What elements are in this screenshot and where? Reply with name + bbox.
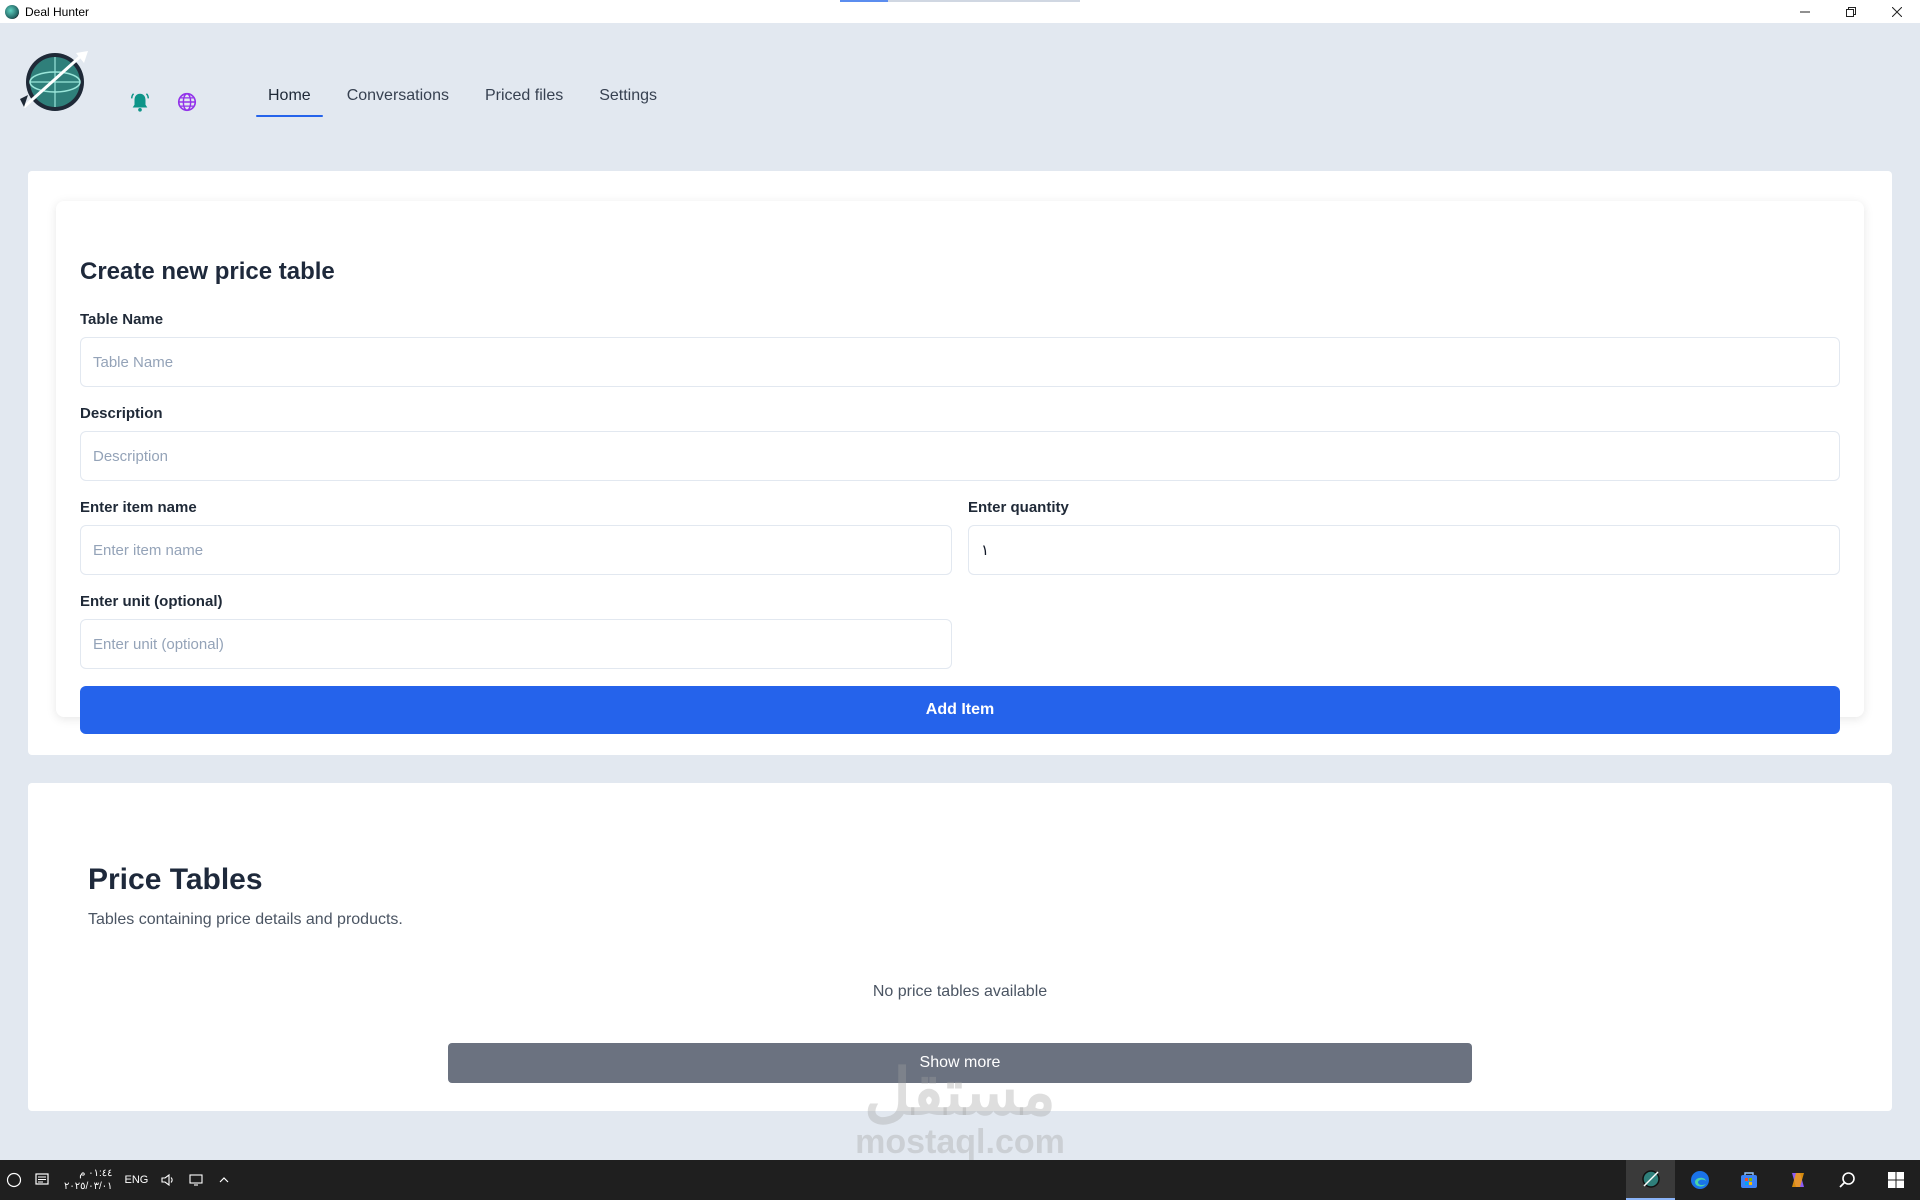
taskbar-app-store[interactable] [1724, 1160, 1773, 1200]
bell-icon [131, 93, 149, 112]
quantity-input[interactable] [968, 525, 1840, 575]
empty-state-message: No price tables available [872, 983, 1048, 1000]
show-more-button[interactable]: Show more [448, 1043, 1472, 1083]
taskbar-clock[interactable]: ٠١:٤٤ م ٢٠٢٥/٠٣/٠١ [64, 1167, 113, 1193]
item-name-input[interactable] [80, 525, 952, 575]
price-tables-title: Price Tables [88, 863, 263, 896]
add-item-button[interactable]: Add Item [80, 686, 1840, 734]
watermark-domain: mostaql.com [855, 1123, 1065, 1161]
globe-icon [177, 92, 197, 112]
chevron-up-icon [219, 1177, 229, 1183]
description-label: Description [80, 405, 163, 422]
clock-time: ٠١:٤٤ م [79, 1168, 113, 1179]
table-name-label: Table Name [80, 311, 164, 328]
restore-button[interactable] [1828, 0, 1874, 23]
notification-center-button[interactable] [28, 1160, 56, 1200]
network-icon [189, 1174, 203, 1186]
volume-button[interactable] [154, 1160, 182, 1200]
start-button[interactable] [1871, 1160, 1920, 1200]
close-icon [1892, 6, 1902, 17]
deal-hunter-logo[interactable] [16, 47, 94, 113]
item-name-label: Enter item name [80, 499, 197, 516]
unit-label: Enter unit (optional) [80, 593, 223, 610]
window-titlebar: Deal Hunter [0, 0, 1920, 23]
help-circle-icon [6, 1172, 22, 1188]
main-nav: Home Conversations Priced files Settings [256, 69, 681, 123]
show-hidden-icons-button[interactable] [210, 1160, 238, 1200]
app-header: Home Conversations Priced files Settings [0, 23, 1920, 133]
taskbar-search[interactable] [1822, 1160, 1871, 1200]
create-table-title: Create new price table [80, 258, 335, 285]
create-table-section: Create new price table Table Name Descri… [28, 171, 1892, 755]
network-button[interactable] [182, 1160, 210, 1200]
search-icon [1838, 1172, 1855, 1188]
language-button[interactable] [174, 89, 200, 115]
price-tables-subtitle: Tables containing price details and prod… [88, 911, 403, 928]
edge-icon [1690, 1171, 1709, 1189]
titlebar-decoration-active [840, 0, 888, 2]
unit-input[interactable] [80, 619, 952, 669]
copilot-icon [1791, 1173, 1804, 1187]
minimize-button[interactable] [1782, 0, 1828, 23]
message-icon [35, 1173, 49, 1185]
taskbar-apps [1626, 1160, 1920, 1200]
notifications-button[interactable] [127, 89, 153, 115]
price-tables-section: Price Tables Tables containing price det… [28, 783, 1892, 1111]
taskbar-app-deal-hunter[interactable] [1626, 1160, 1675, 1200]
create-table-card: Create new price table Table Name Descri… [56, 201, 1864, 734]
taskbar-app-copilot[interactable] [1773, 1160, 1822, 1200]
close-button[interactable] [1874, 0, 1920, 23]
deal-hunter-icon [1641, 1170, 1660, 1188]
window-title: Deal Hunter [25, 4, 90, 19]
logo-icon [20, 51, 88, 111]
windows-icon [1887, 1172, 1904, 1188]
help-button[interactable] [0, 1160, 28, 1200]
table-name-input[interactable] [80, 337, 1840, 387]
minimize-icon [1800, 11, 1810, 12]
nav-conversations[interactable]: Conversations [335, 69, 461, 123]
app-logo-icon [5, 4, 19, 19]
nav-settings[interactable]: Settings [587, 69, 669, 123]
description-input[interactable] [80, 431, 1840, 481]
system-tray: ٠١:٤٤ م ٢٠٢٥/٠٣/٠١ ENG [0, 1160, 238, 1200]
nav-priced-files[interactable]: Priced files [473, 69, 575, 123]
restore-icon [1846, 6, 1856, 17]
nav-home[interactable]: Home [256, 69, 323, 123]
store-icon [1740, 1172, 1757, 1188]
clock-date: ٢٠٢٥/٠٣/٠١ [64, 1181, 113, 1192]
taskbar-app-edge[interactable] [1675, 1160, 1724, 1200]
speaker-icon [161, 1173, 174, 1187]
window-controls [1782, 0, 1920, 23]
taskbar: ٠١:٤٤ م ٢٠٢٥/٠٣/٠١ ENG [0, 1160, 1920, 1200]
quantity-label: Enter quantity [968, 499, 1069, 516]
input-language[interactable]: ENG [125, 1174, 149, 1186]
